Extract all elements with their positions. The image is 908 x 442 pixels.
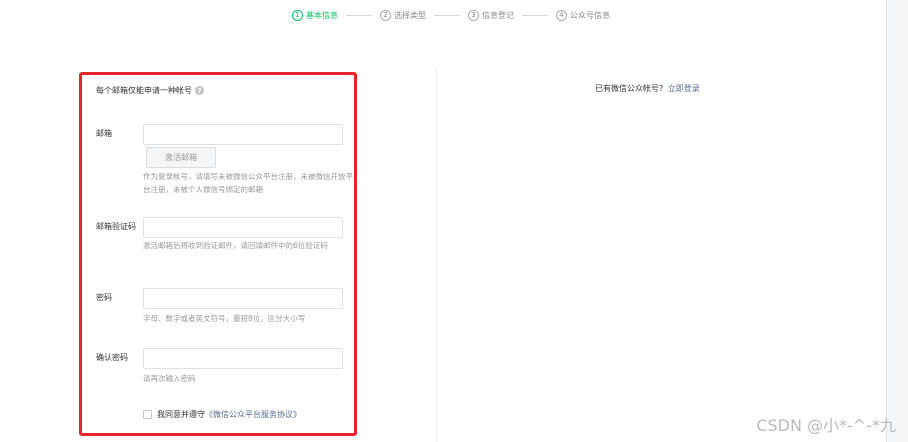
step-connector: [346, 14, 372, 16]
confirm-password-tip: 请再次输入密码: [143, 374, 196, 383]
confirm-password-input[interactable]: [143, 348, 343, 369]
step-number: 2: [380, 9, 391, 21]
email-label: 邮箱: [96, 129, 112, 138]
code-input[interactable]: [143, 217, 343, 238]
step-label: 选择类型: [394, 10, 426, 20]
password-tip: 字母、数字或者英文符号，最短8位，区分大小写: [143, 314, 306, 323]
step-connector: [522, 14, 548, 16]
activate-email-button[interactable]: 激活邮箱: [146, 147, 216, 168]
code-tip: 激活邮箱后将收到验证邮件，请回填邮件中的6位验证码: [143, 241, 328, 250]
login-hint: 已有微信公众帐号? 立即登录: [595, 83, 700, 94]
scrollbar[interactable]: [886, 0, 908, 442]
step-number: 3: [468, 9, 479, 21]
registration-form: 每个邮箱仅能申请一种帐号 ? 邮箱 激活邮箱 作为登录帐号，请填写未被微信公众平…: [79, 72, 357, 436]
login-hint-text: 已有微信公众帐号?: [595, 84, 664, 93]
progress-steps: 1 基本信息 2 选择类型 3 信息登记 4 公众号信息: [292, 8, 610, 22]
login-link[interactable]: 立即登录: [668, 84, 700, 93]
password-label: 密码: [96, 293, 112, 302]
form-notice: 每个邮箱仅能申请一种帐号 ?: [96, 85, 204, 96]
help-icon[interactable]: ?: [195, 86, 204, 95]
agree-checkbox[interactable]: [143, 410, 152, 419]
agreement-row: 我同意并遵守 《微信公众平台服务协议》: [143, 409, 301, 420]
step-label: 公众号信息: [570, 10, 610, 20]
register-page: 1 基本信息 2 选择类型 3 信息登记 4 公众号信息 每个邮箱仅能申请一种帐…: [0, 0, 908, 442]
step-connector: [434, 14, 460, 16]
column-divider: [436, 68, 437, 442]
confirm-password-label: 确认密码: [96, 353, 128, 362]
password-input[interactable]: [143, 288, 343, 309]
email-input[interactable]: [143, 124, 343, 145]
watermark: CSDN @小*-^-*九: [756, 416, 896, 435]
service-agreement-link[interactable]: 《微信公众平台服务协议》: [205, 409, 301, 420]
step-select-type: 2 选择类型: [380, 9, 426, 21]
step-account-info: 4 公众号信息: [556, 9, 610, 21]
code-label: 邮箱验证码: [96, 222, 136, 231]
step-info-register: 3 信息登记: [468, 9, 514, 21]
step-number: 1: [292, 9, 303, 21]
step-label: 基本信息: [306, 10, 338, 20]
step-label: 信息登记: [482, 10, 514, 20]
step-basic-info: 1 基本信息: [292, 9, 338, 21]
agree-text: 我同意并遵守: [157, 410, 205, 419]
step-number: 4: [556, 9, 567, 21]
notice-text: 每个邮箱仅能申请一种帐号: [96, 86, 192, 95]
email-tip: 作为登录帐号，请填写未被微信公众平台注册，未被微信开放平台注册，未被个人微信号绑…: [143, 172, 353, 194]
